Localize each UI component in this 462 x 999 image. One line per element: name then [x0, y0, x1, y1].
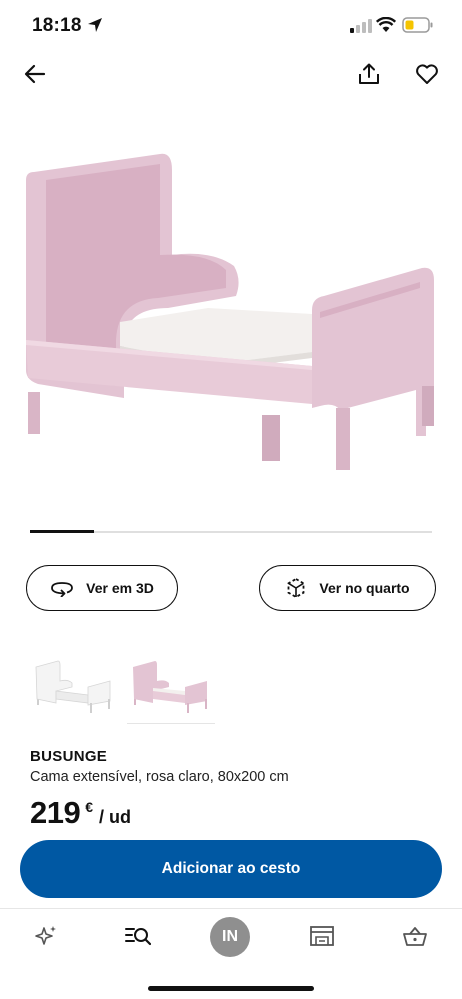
price-unit: / ud	[99, 807, 132, 827]
back-button[interactable]	[17, 56, 53, 92]
status-time: 18:18	[32, 15, 82, 36]
battery-icon	[402, 17, 433, 33]
bottom-navigation: IN	[0, 908, 462, 999]
home-indicator	[148, 986, 314, 991]
rotate-3d-icon	[51, 582, 74, 597]
top-bar	[0, 56, 462, 96]
product-price: 219 € / ud	[30, 795, 131, 831]
signal-icon	[350, 19, 372, 33]
nav-profile[interactable]: IN	[208, 917, 252, 957]
variant-white-thumbnail[interactable]	[30, 648, 118, 724]
carousel-progress-fill	[30, 530, 94, 533]
status-bar: 18:18	[0, 0, 462, 52]
nav-search[interactable]	[116, 919, 160, 953]
nav-inspiration[interactable]	[24, 919, 68, 953]
share-button[interactable]	[351, 56, 387, 92]
pink-bed-thumbnail-image	[133, 660, 207, 713]
white-bed-thumbnail-image	[35, 660, 111, 713]
back-arrow-icon	[24, 64, 46, 84]
favourite-button[interactable]	[409, 56, 445, 92]
augmented-reality-icon	[287, 577, 305, 599]
share-icon	[359, 63, 379, 84]
view-3d-button[interactable]: Ver em 3D	[26, 565, 178, 611]
add-to-basket-button[interactable]: Adicionar ao cesto	[20, 840, 442, 898]
location-arrow-icon	[88, 18, 102, 32]
image-carousel-progress	[30, 530, 432, 533]
search-list-icon	[125, 928, 151, 946]
nav-basket[interactable]	[393, 919, 437, 953]
avatar: IN	[210, 917, 250, 957]
view-in-room-button[interactable]: Ver no quarto	[259, 565, 436, 611]
basket-icon	[403, 927, 427, 946]
product-description: Cama extensível, rosa claro, 80x200 cm	[30, 769, 289, 785]
price-value: 219	[30, 795, 81, 830]
add-to-basket-label: Adicionar ao cesto	[161, 860, 301, 877]
store-icon	[310, 926, 334, 946]
wifi-icon	[376, 17, 396, 32]
product-image[interactable]	[20, 140, 442, 480]
pink-extendable-bed-image	[26, 153, 434, 470]
price-currency: €	[85, 799, 94, 815]
product-name: BUSUNGE	[30, 748, 108, 765]
nav-store[interactable]	[300, 919, 344, 953]
heart-icon	[416, 64, 438, 84]
variant-pink-thumbnail[interactable]	[127, 648, 215, 724]
view-3d-label: Ver em 3D	[86, 580, 154, 596]
sparkle-icon	[35, 926, 56, 945]
view-in-room-label: Ver no quarto	[319, 580, 410, 596]
